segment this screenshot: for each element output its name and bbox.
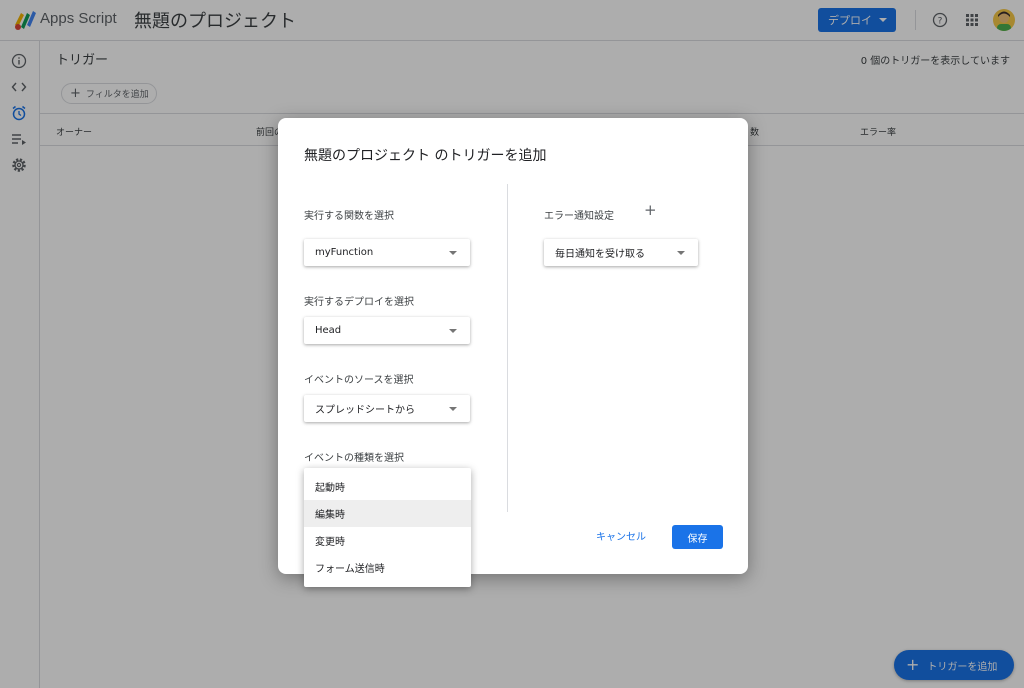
function-label: 実行する関数を選択 (304, 211, 394, 222)
deploy-label: 実行するデプロイを選択 (304, 297, 414, 308)
dialog-title: 無題のプロジェクト のトリガーを追加 (304, 148, 547, 164)
save-button[interactable]: 保存 (672, 525, 723, 549)
chevron-down-icon (677, 251, 685, 255)
source-label: イベントのソースを選択 (304, 375, 414, 386)
error-notification-label: エラー通知設定 (544, 211, 614, 222)
error-notification-select[interactable]: 毎日通知を受け取る (544, 239, 698, 266)
menu-item-on-change[interactable]: 変更時 (304, 527, 471, 554)
error-notification-value: 毎日通知を受け取る (555, 249, 645, 260)
chevron-down-icon (449, 251, 457, 255)
cancel-button[interactable]: キャンセル (596, 528, 646, 543)
chevron-down-icon (449, 329, 457, 333)
deployment-select-value: Head (315, 325, 342, 336)
function-select-value: myFunction (315, 247, 374, 258)
event-source-select-value: スプレッドシートから (315, 405, 415, 416)
event-source-select[interactable]: スプレッドシートから (304, 395, 470, 422)
chevron-down-icon (449, 407, 457, 411)
event-type-menu: 起動時 編集時 変更時 フォーム送信時 (304, 468, 471, 587)
menu-item-on-form-submit[interactable]: フォーム送信時 (304, 554, 471, 581)
deployment-select[interactable]: Head (304, 317, 470, 344)
add-notification-plus-icon[interactable]: + (644, 203, 657, 218)
function-select[interactable]: myFunction (304, 239, 470, 266)
menu-item-on-edit[interactable]: 編集時 (304, 500, 471, 527)
column-divider (507, 184, 508, 512)
menu-item-on-open[interactable]: 起動時 (304, 473, 471, 500)
save-button-label: 保存 (687, 533, 708, 545)
event-type-label: イベントの種類を選択 (304, 453, 404, 464)
